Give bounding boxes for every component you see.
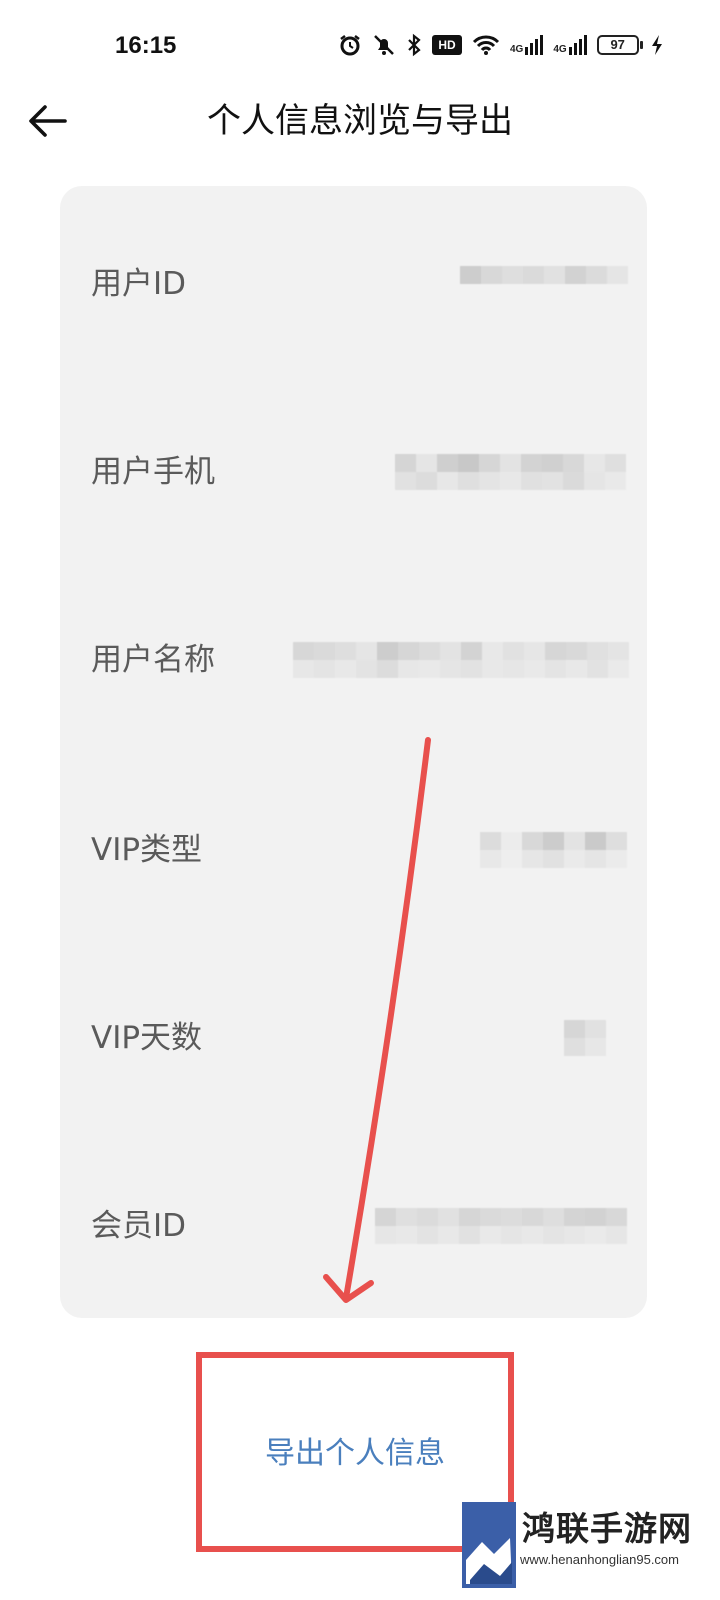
watermark: 鸿联手游网 www.henanhonglian95.com — [460, 1490, 710, 1600]
export-personal-info-button[interactable]: 导出个人信息 — [200, 1400, 510, 1500]
watermark-logo — [462, 1502, 516, 1588]
watermark-text: 鸿联手游网 — [522, 1509, 692, 1548]
watermark-url: www.henanhonglian95.com — [520, 1552, 679, 1567]
